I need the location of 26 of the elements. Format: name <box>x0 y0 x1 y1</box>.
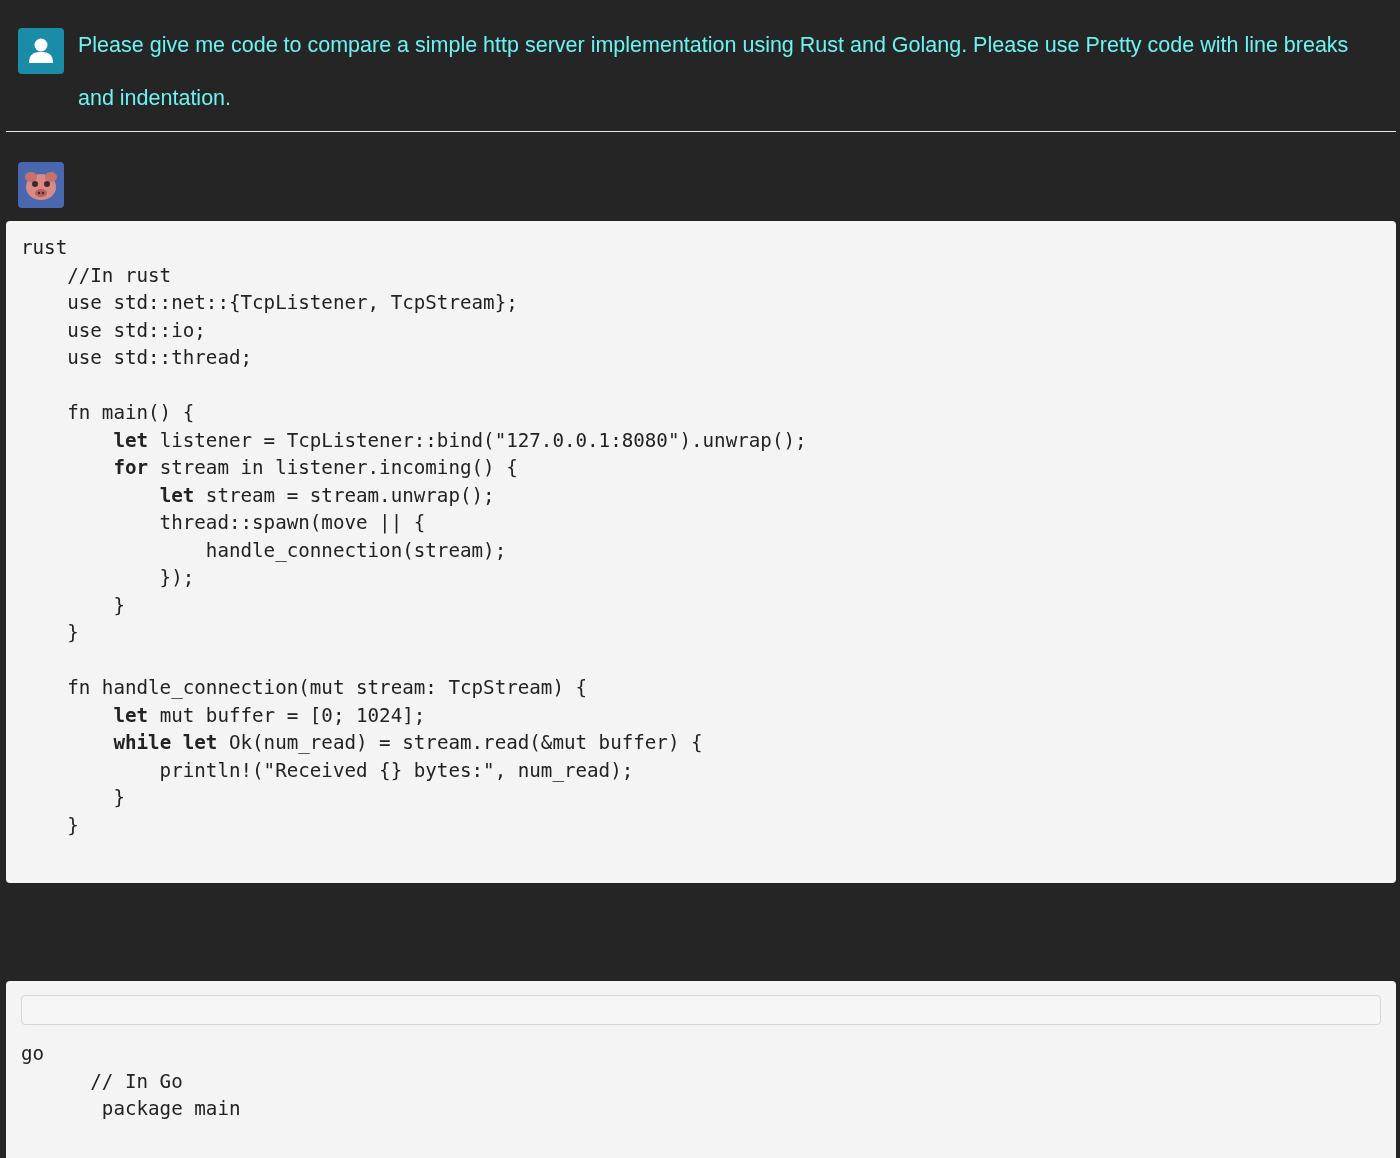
code-line: use std::io; <box>66 317 207 344</box>
code-language: go <box>21 1041 46 1067</box>
code-line: for stream in listener.incoming() { <box>112 455 519 481</box>
user-avatar-icon <box>18 28 64 74</box>
code-line: use std::thread; <box>66 345 254 371</box>
code-line: let listener = TcpListener::bind("127.0.0.1:8080").unwrap(); <box>112 427 808 454</box>
code-line: } <box>66 812 80 839</box>
code-line: use std::net::{TcpListener, TcpStream}; <box>66 290 519 316</box>
code-line: while let Ok(num_read) = stream.read(&mut buffer) { <box>112 730 704 756</box>
code-line: // In Go <box>89 1068 184 1095</box>
code-line: } <box>66 620 80 646</box>
code-line: //In rust <box>66 262 173 289</box>
code-line: println!("Received {} bytes:", num_read); <box>158 757 635 784</box>
code-line: handle_connection(stream); <box>204 537 508 564</box>
code-line: let mut buffer = [0; 1024]; <box>112 702 427 729</box>
code-language: rust <box>21 235 69 261</box>
code-line: package main <box>100 1096 242 1122</box>
code-line: }); <box>158 565 196 591</box>
code-line: } <box>112 592 126 619</box>
code-line: fn main() { <box>66 400 196 426</box>
code-line: thread::spawn(move || { <box>158 510 427 536</box>
prompt-text: Please give me code to compare a simple http server implementation using Rust and Golang. Please use Pretty code with line breaks and indentation. <box>78 32 1350 112</box>
code-line: fn handle_connection(mut stream: TcpStream) { <box>66 675 589 701</box>
code-line: } <box>112 785 126 811</box>
code-line: let stream = stream.unwrap(); <box>158 482 496 509</box>
avatar-icon <box>18 162 64 208</box>
